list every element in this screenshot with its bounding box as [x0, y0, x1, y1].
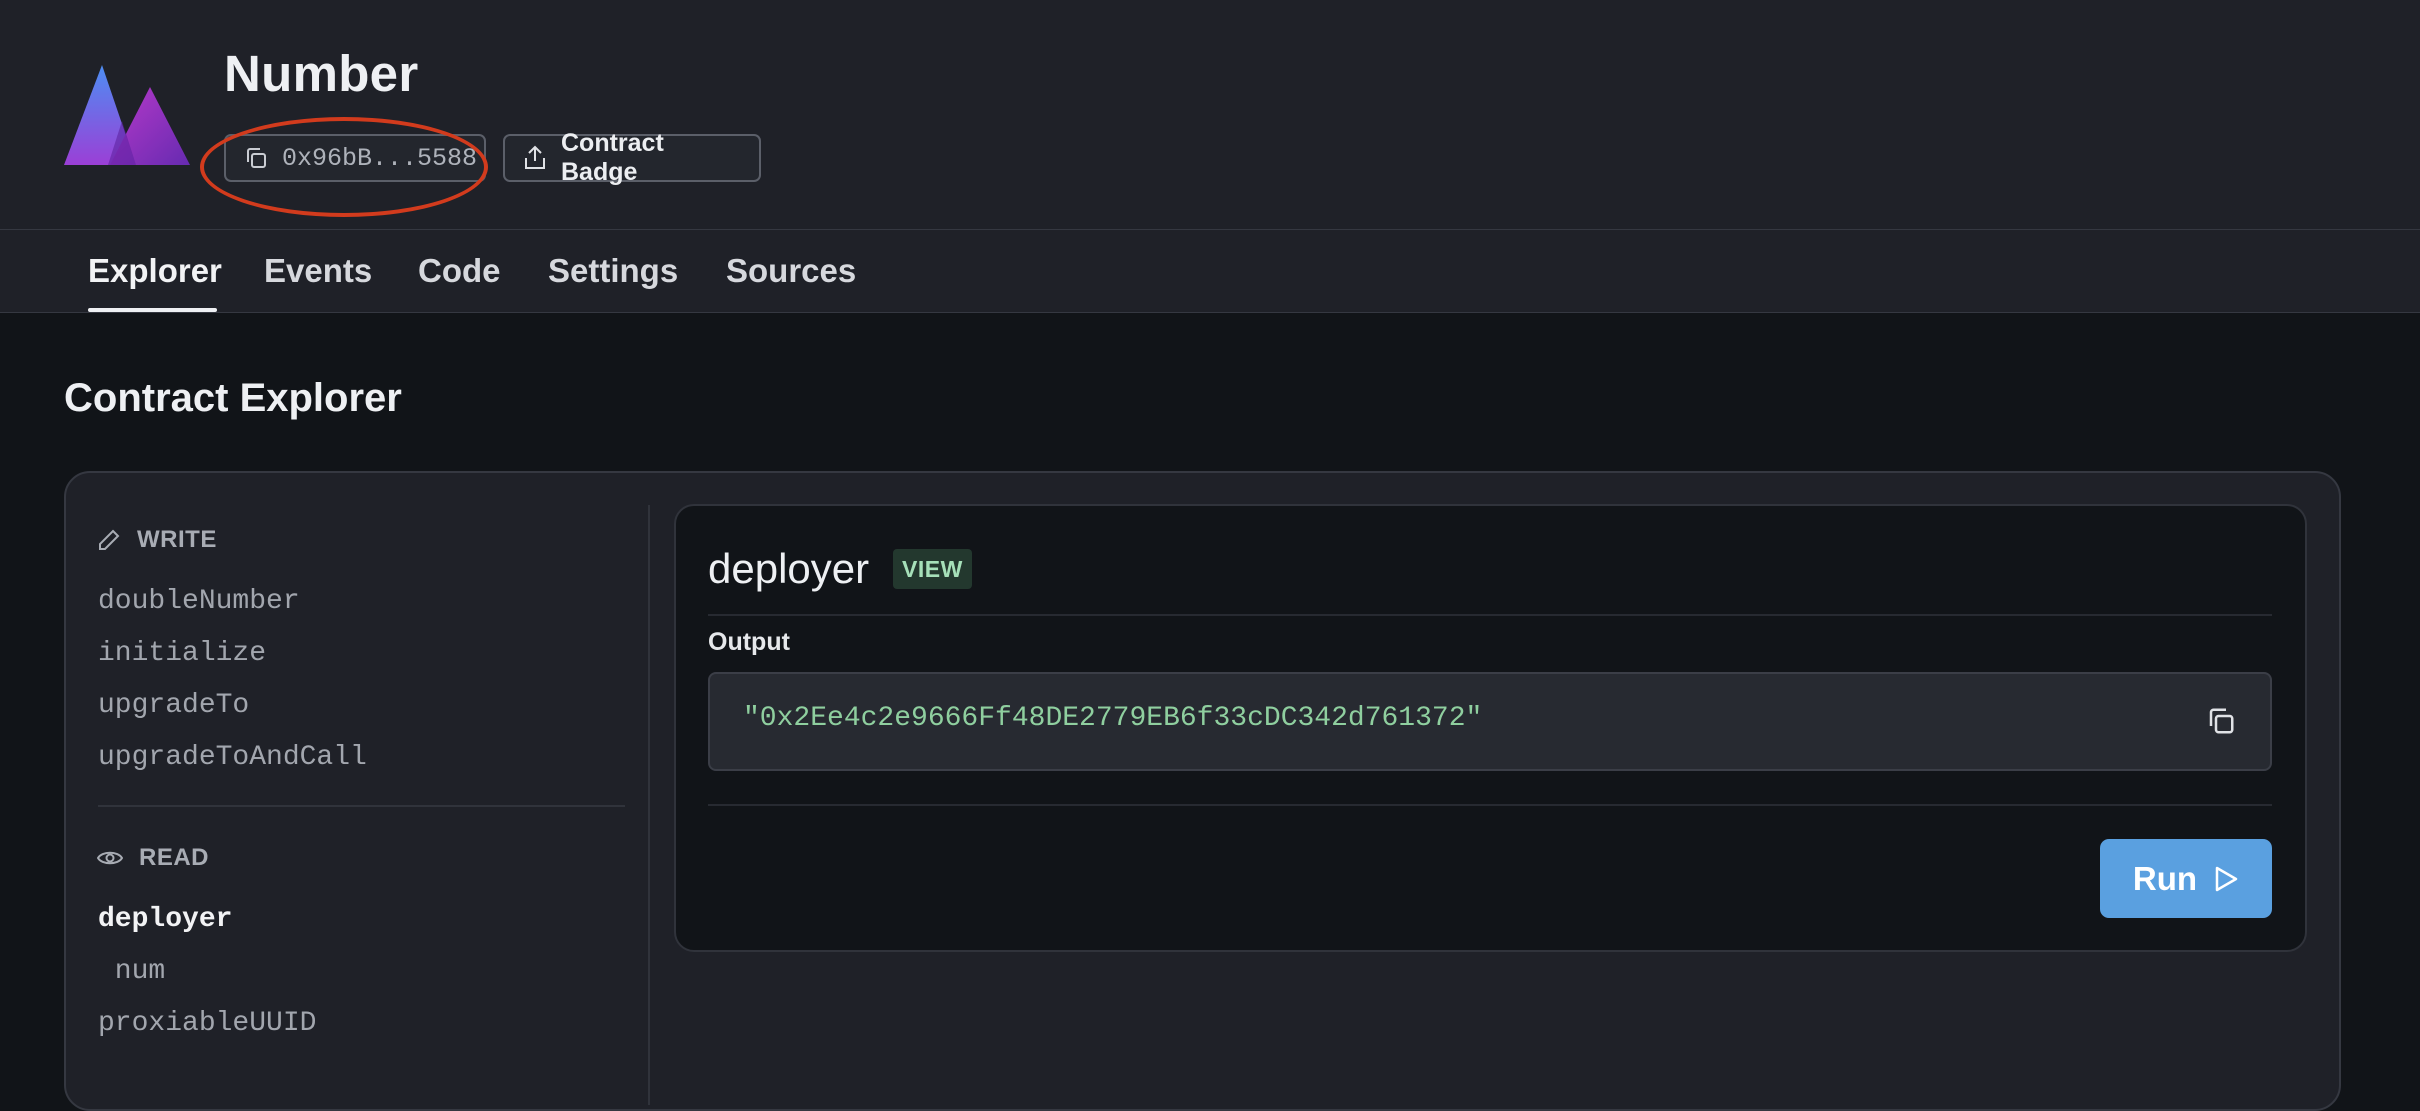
- active-tab-indicator: [88, 308, 217, 312]
- tab-code[interactable]: Code: [418, 252, 501, 290]
- tab-bar: Explorer Events Code Settings Sources: [0, 230, 2420, 313]
- tab-explorer[interactable]: Explorer: [88, 252, 222, 290]
- sidebar-divider: [648, 505, 650, 1105]
- contract-badge-label: Contract Badge: [561, 129, 664, 186]
- write-group-header: WRITE: [97, 526, 217, 554]
- function-item[interactable]: proxiableUUID: [98, 1008, 316, 1039]
- tab-settings[interactable]: Settings: [548, 252, 678, 290]
- copy-address-button[interactable]: 0x96bB...5588: [224, 134, 486, 182]
- group-divider: [98, 805, 625, 807]
- read-group-header: READ: [97, 844, 209, 872]
- function-item[interactable]: upgradeTo: [98, 690, 249, 721]
- copy-output-icon[interactable]: [2206, 706, 2236, 736]
- function-item-selected[interactable]: deployer: [98, 904, 232, 935]
- eye-icon: [97, 851, 123, 865]
- view-badge: VIEW: [893, 549, 972, 589]
- contract-name: Number: [224, 45, 419, 102]
- output-label: Output: [708, 628, 790, 656]
- run-button[interactable]: Run: [2100, 839, 2272, 918]
- page-title: Contract Explorer: [64, 376, 402, 420]
- pencil-icon: [99, 529, 120, 550]
- function-title: deployer: [708, 545, 870, 592]
- function-item[interactable]: doubleNumber: [98, 586, 300, 617]
- copy-icon: [247, 148, 266, 168]
- contract-badge-button[interactable]: Contract Badge: [503, 129, 761, 186]
- contract-header: Number 0x96bB...5588 Contract Badge: [0, 0, 2420, 230]
- contract-address: 0x96bB...5588: [282, 143, 478, 173]
- write-label: WRITE: [137, 526, 217, 553]
- tab-sources[interactable]: Sources: [726, 252, 856, 290]
- card-divider: [708, 804, 2272, 806]
- run-label: Run: [2132, 859, 2198, 897]
- play-icon: [2215, 866, 2238, 891]
- function-item[interactable]: upgradeToAndCall: [98, 742, 367, 773]
- read-label: READ: [139, 844, 210, 871]
- function-item[interactable]: num: [98, 956, 165, 987]
- logo-icon: [64, 65, 190, 165]
- tab-events[interactable]: Events: [264, 252, 372, 290]
- card-divider: [708, 614, 2272, 616]
- share-icon: [525, 145, 545, 169]
- output-value: "0x2Ee4c2e9666Ff48DE2779EB6f33cDC342d761…: [743, 703, 1483, 734]
- function-item[interactable]: initialize: [98, 638, 266, 669]
